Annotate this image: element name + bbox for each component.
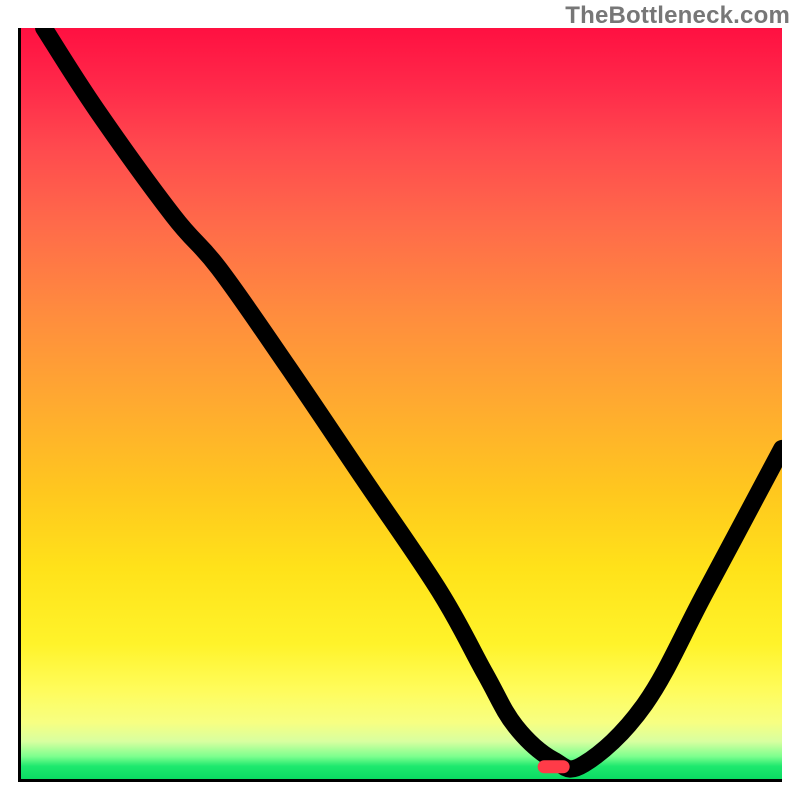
chart-plot-area — [18, 28, 782, 782]
chart-background-gradient — [21, 28, 782, 779]
optimal-point-marker — [537, 760, 570, 774]
watermark-text: TheBottleneck.com — [565, 2, 790, 30]
